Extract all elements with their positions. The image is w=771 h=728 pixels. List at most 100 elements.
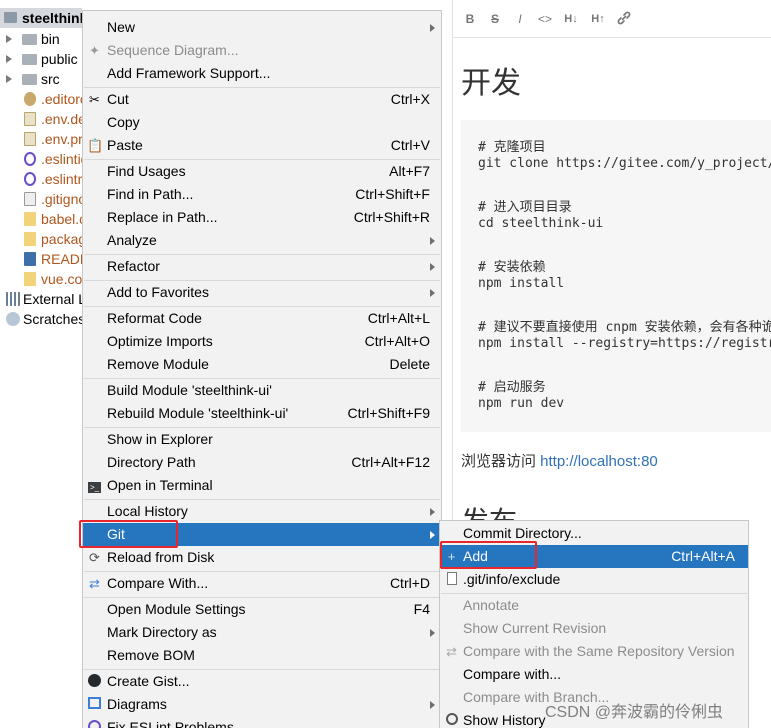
tree-item-editorconfig[interactable]: .editorconfig bbox=[0, 89, 82, 109]
menu-item-cut[interactable]: ✂ Cut Ctrl+X bbox=[83, 88, 441, 111]
menu-item-paste[interactable]: 📋 Paste Ctrl+V bbox=[83, 134, 441, 157]
scissors-icon: ✂ bbox=[89, 92, 100, 107]
menu-item-show-in-explorer[interactable]: Show in Explorer bbox=[83, 428, 441, 451]
menu-item-open-module-settings[interactable]: Open Module Settings F4 bbox=[83, 598, 441, 621]
menu-label: Reformat Code bbox=[107, 310, 202, 326]
menu-item-mark-directory[interactable]: Mark Directory as bbox=[83, 621, 441, 644]
menu-item-open-in-terminal[interactable]: >_ Open in Terminal bbox=[83, 474, 441, 497]
menu-item-new[interactable]: New bbox=[83, 16, 441, 39]
tree-item-label: README.md bbox=[41, 251, 82, 267]
tree-item-package[interactable]: package.json bbox=[0, 229, 82, 249]
tree-root[interactable]: steelthink-ui bbox=[0, 8, 82, 28]
tree-item-external-libraries[interactable]: External Libraries bbox=[0, 289, 82, 309]
github-icon bbox=[87, 674, 102, 689]
menu-label: Create Gist... bbox=[107, 673, 190, 689]
italic-icon[interactable]: I bbox=[511, 10, 529, 28]
menu-item-build-module[interactable]: Build Module 'steelthink-ui' bbox=[83, 379, 441, 402]
code-line: # 启动服务 bbox=[478, 380, 546, 395]
git-item-annotate[interactable]: Annotate bbox=[440, 594, 748, 617]
git-item-compare-same-version[interactable]: ⇄ Compare with the Same Repository Versi… bbox=[440, 640, 748, 663]
tree-item-vue-config[interactable]: vue.config.js bbox=[0, 269, 82, 289]
menu-label: Rebuild Module 'steelthink-ui' bbox=[107, 405, 289, 421]
code-icon[interactable]: <> bbox=[536, 10, 554, 28]
project-tree: steelthink-ui bin public src .editorconf… bbox=[0, 0, 82, 728]
tree-item-eslintignore[interactable]: .eslintignore bbox=[0, 149, 82, 169]
tree-item-scratches[interactable]: Scratches and Consoles bbox=[0, 309, 82, 329]
menu-label: Cut bbox=[107, 91, 129, 107]
menu-item-diagrams[interactable]: Diagrams bbox=[83, 693, 441, 716]
menu-item-reload-from-disk[interactable]: ⟳ Reload from Disk bbox=[83, 546, 441, 569]
link-icon[interactable] bbox=[615, 10, 633, 28]
submenu-arrow-icon bbox=[430, 531, 435, 539]
folder-icon bbox=[22, 74, 37, 85]
menu-item-sequence-diagram[interactable]: ✦ Sequence Diagram... bbox=[83, 39, 441, 62]
menu-label: Remove Module bbox=[107, 356, 209, 372]
expand-arrow-icon[interactable] bbox=[6, 75, 12, 83]
git-item-show-current-revision[interactable]: Show Current Revision bbox=[440, 617, 748, 640]
tree-item-label: src bbox=[41, 71, 60, 87]
menu-label: Compare with the Same Repository Version bbox=[463, 643, 735, 659]
tree-item-env-dev[interactable]: .env.development bbox=[0, 109, 82, 129]
submenu-arrow-icon bbox=[430, 629, 435, 637]
heading-decrease-icon[interactable]: H↓ bbox=[562, 10, 580, 28]
menu-item-add-framework[interactable]: Add Framework Support... bbox=[83, 62, 441, 85]
tree-root-label: steelthink-ui bbox=[22, 10, 82, 26]
eslint-icon bbox=[87, 720, 102, 728]
tree-item-env-prod[interactable]: .env.production bbox=[0, 129, 82, 149]
menu-item-copy[interactable]: Copy bbox=[83, 111, 441, 134]
menu-shortcut: Ctrl+Alt+L bbox=[367, 310, 430, 326]
menu-shortcut: Ctrl+Alt+A bbox=[671, 548, 735, 564]
menu-item-remove-bom[interactable]: Remove BOM bbox=[83, 644, 441, 667]
expand-arrow-icon[interactable] bbox=[6, 35, 12, 43]
strikethrough-icon[interactable]: S bbox=[486, 10, 504, 28]
sequence-diagram-icon: ✦ bbox=[89, 43, 100, 58]
tree-item-label: public bbox=[41, 51, 78, 67]
menu-shortcut: Delete bbox=[389, 356, 430, 372]
tree-item-readme[interactable]: README.md bbox=[0, 249, 82, 269]
tree-item-public[interactable]: public bbox=[0, 49, 82, 69]
git-item-exclude[interactable]: .git/info/exclude bbox=[440, 568, 748, 591]
tree-item-babel[interactable]: babel.config.js bbox=[0, 209, 82, 229]
folder-icon bbox=[22, 34, 37, 45]
menu-label: Replace in Path... bbox=[107, 209, 218, 225]
bold-icon[interactable]: B bbox=[461, 10, 479, 28]
file-icon bbox=[444, 572, 459, 587]
localhost-link[interactable]: http://localhost:80 bbox=[540, 453, 658, 470]
clipboard-icon: 📋 bbox=[87, 138, 104, 153]
menu-label: Paste bbox=[107, 137, 143, 153]
menu-item-find-usages[interactable]: Find Usages Alt+F7 bbox=[83, 160, 441, 183]
menu-label: Directory Path bbox=[107, 454, 196, 470]
tree-item-eslintrc[interactable]: .eslintrc.js bbox=[0, 169, 82, 189]
tree-item-label: .env.development bbox=[41, 111, 82, 127]
menu-item-rebuild-module[interactable]: Rebuild Module 'steelthink-ui' Ctrl+Shift… bbox=[83, 402, 441, 425]
git-item-compare-with[interactable]: Compare with... bbox=[440, 663, 748, 686]
menu-item-remove-module[interactable]: Remove Module Delete bbox=[83, 353, 441, 376]
menu-item-create-gist[interactable]: Create Gist... bbox=[83, 670, 441, 693]
menu-item-find-in-path[interactable]: Find in Path... Ctrl+Shift+F bbox=[83, 183, 441, 206]
reload-icon: ⟳ bbox=[89, 550, 100, 565]
menu-item-add-to-favorites[interactable]: Add to Favorites bbox=[83, 281, 441, 304]
code-line: # 建议不要直接使用 cnpm 安装依赖，会有各种诡 bbox=[478, 320, 771, 335]
code-block: # 克隆项目 git clone https://gitee.com/y_pro… bbox=[461, 120, 771, 432]
menu-item-fix-eslint[interactable]: Fix ESLint Problems bbox=[83, 716, 441, 728]
link-glyph bbox=[617, 11, 631, 25]
menu-label: Annotate bbox=[463, 597, 520, 613]
context-menu: New ✦ Sequence Diagram... Add Framework … bbox=[82, 10, 442, 728]
menu-label: Analyze bbox=[107, 232, 157, 248]
menu-item-reformat-code[interactable]: Reformat Code Ctrl+Alt+L bbox=[83, 307, 441, 330]
menu-item-compare-with[interactable]: ⇄ Compare With... Ctrl+D bbox=[83, 572, 441, 595]
heading-increase-icon[interactable]: H↑ bbox=[589, 10, 607, 28]
menu-item-optimize-imports[interactable]: Optimize Imports Ctrl+Alt+O bbox=[83, 330, 441, 353]
tree-item-src[interactable]: src bbox=[0, 69, 82, 89]
menu-label: Find Usages bbox=[107, 163, 186, 179]
tree-item-gitignore[interactable]: .gitignore bbox=[0, 189, 82, 209]
menu-label: Open Module Settings bbox=[107, 601, 246, 617]
js-file-icon bbox=[24, 272, 36, 286]
menu-item-analyze[interactable]: Analyze bbox=[83, 229, 441, 252]
expand-arrow-icon[interactable] bbox=[6, 55, 12, 63]
terminal-icon: >_ bbox=[88, 482, 101, 493]
menu-item-replace-in-path[interactable]: Replace in Path... Ctrl+Shift+R bbox=[83, 206, 441, 229]
tree-item-bin[interactable]: bin bbox=[0, 29, 82, 49]
menu-item-directory-path[interactable]: Directory Path Ctrl+Alt+F12 bbox=[83, 451, 441, 474]
menu-item-refactor[interactable]: Refactor bbox=[83, 255, 441, 278]
